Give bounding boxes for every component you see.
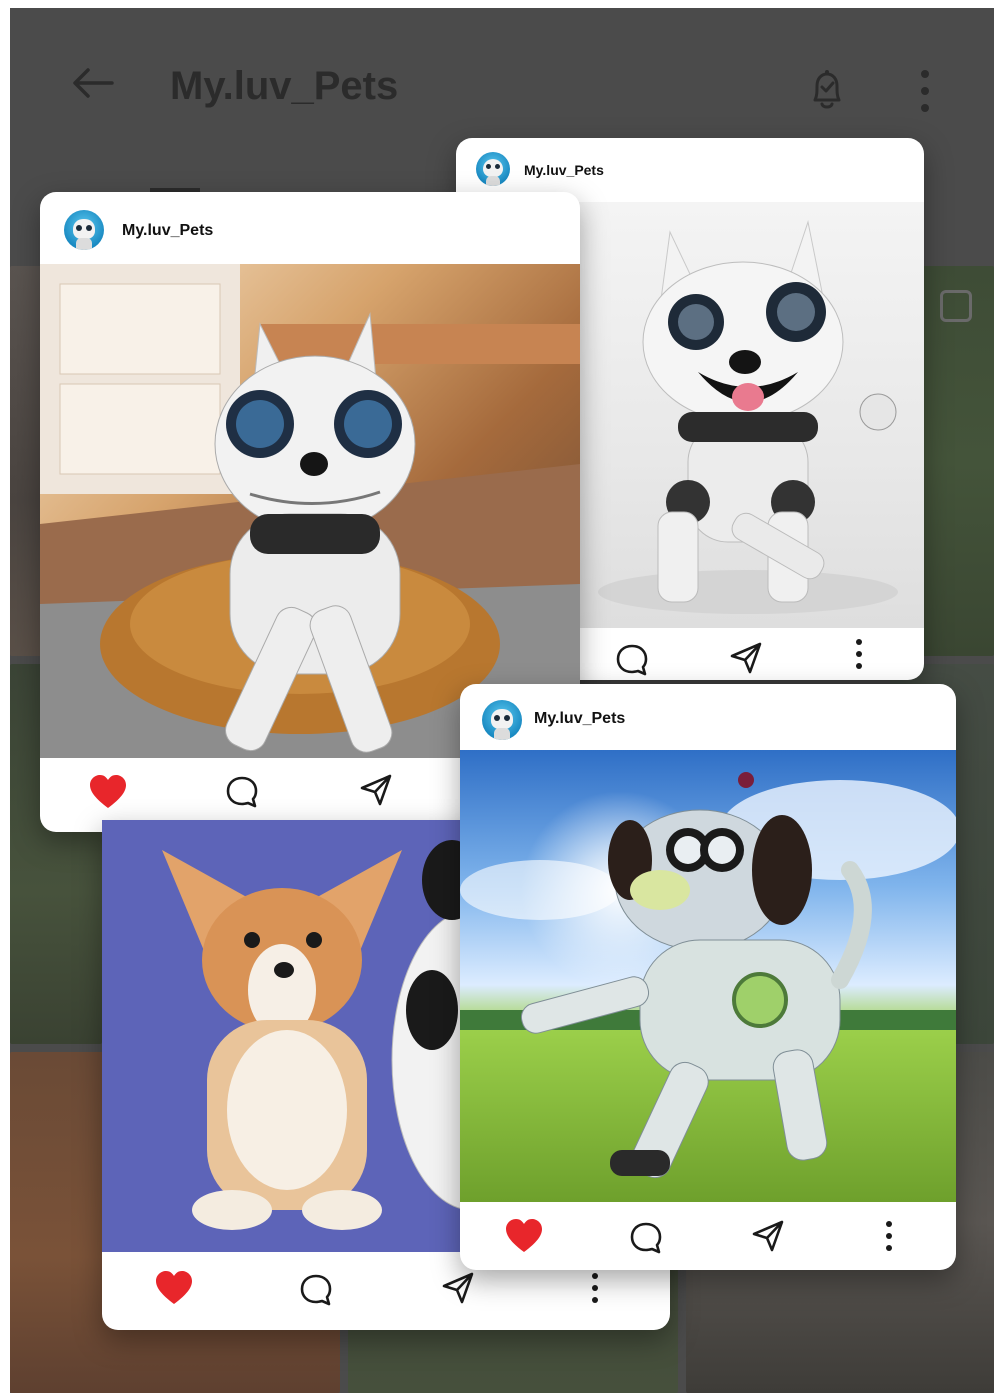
comment-icon[interactable] xyxy=(614,642,650,678)
post-username[interactable]: My.luv_Pets xyxy=(524,162,604,178)
post-card: My.luv_Pets xyxy=(460,684,956,1270)
comment-icon[interactable] xyxy=(224,774,260,810)
post-photo[interactable] xyxy=(460,750,956,1202)
avatar[interactable] xyxy=(482,700,522,740)
robot-dog-illustration xyxy=(460,772,956,1179)
multi-photo-icon xyxy=(940,290,972,322)
share-icon[interactable] xyxy=(728,640,764,676)
avatar[interactable] xyxy=(64,210,104,250)
comment-icon[interactable] xyxy=(628,1220,664,1256)
post-username[interactable]: My.luv_Pets xyxy=(122,222,213,240)
heart-icon[interactable] xyxy=(88,774,128,810)
notification-bell-icon[interactable] xyxy=(805,66,849,114)
more-vertical-icon[interactable] xyxy=(588,1270,602,1306)
share-icon[interactable] xyxy=(750,1218,786,1254)
more-vertical-icon[interactable] xyxy=(882,1218,896,1254)
post-header: My.luv_Pets xyxy=(40,192,580,262)
comment-icon[interactable] xyxy=(298,1272,334,1308)
avatar[interactable] xyxy=(476,152,510,186)
share-icon[interactable] xyxy=(440,1270,476,1306)
back-arrow-icon[interactable] xyxy=(68,58,118,108)
profile-title: My.luv_Pets xyxy=(170,64,399,108)
post-header: My.luv_Pets xyxy=(460,684,956,754)
heart-icon[interactable] xyxy=(504,1218,544,1254)
share-icon[interactable] xyxy=(358,772,394,808)
post-username[interactable]: My.luv_Pets xyxy=(534,710,625,728)
more-vertical-icon[interactable] xyxy=(915,66,935,116)
post-photo[interactable] xyxy=(578,202,924,628)
more-vertical-icon[interactable] xyxy=(852,636,866,672)
heart-icon[interactable] xyxy=(154,1270,194,1306)
post-actions xyxy=(460,1202,956,1270)
robot-dog-illustration xyxy=(598,220,898,614)
